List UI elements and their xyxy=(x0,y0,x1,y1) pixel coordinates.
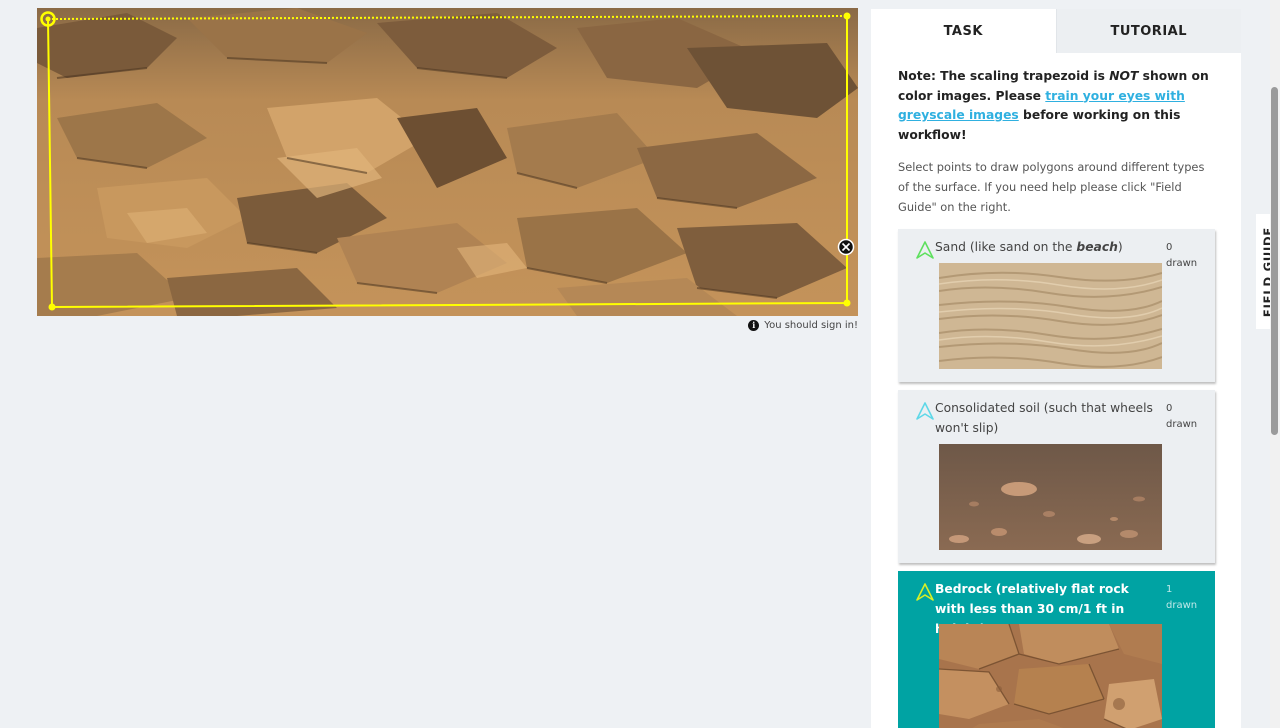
task-panel: TASK TUTORIAL Note: The scaling trapezoi… xyxy=(871,9,1241,728)
task-instructions: Select points to draw polygons around di… xyxy=(898,160,1205,214)
tool-drawn-count: 1 drawn xyxy=(1166,584,1198,612)
subject-viewer[interactable] xyxy=(37,8,858,316)
info-icon: i xyxy=(748,319,760,331)
page-scrollbar-thumb[interactable] xyxy=(1271,87,1278,435)
polygon-vertex[interactable] xyxy=(48,303,56,311)
polygon-tool-icon xyxy=(916,583,934,602)
tab-task[interactable]: TASK xyxy=(871,9,1056,53)
consolidated-soil-example-image xyxy=(939,444,1162,551)
polygon-tool-icon xyxy=(916,241,934,260)
tab-tutorial[interactable]: TUTORIAL xyxy=(1055,9,1241,53)
bedrock-example-image xyxy=(939,624,1162,728)
polygon-vertex[interactable] xyxy=(843,12,851,20)
sand-example-image xyxy=(939,263,1162,370)
tool-label: Consolidated soil (such that wheels won'… xyxy=(935,401,1153,435)
tool-bedrock[interactable]: Bedrock (relatively flat rock with less … xyxy=(898,571,1215,728)
tool-consolidated-soil[interactable]: Consolidated soil (such that wheels won'… xyxy=(898,390,1215,564)
polygon-vertex[interactable] xyxy=(843,299,851,307)
task-note: Note: The scaling trapezoid is NOT shown… xyxy=(898,69,1209,142)
task-content: Note: The scaling trapezoid is NOT shown… xyxy=(871,53,1241,728)
sign-in-text: You should sign in! xyxy=(764,319,858,331)
polygon-tool-icon xyxy=(916,402,934,421)
panel-tabs: TASK TUTORIAL xyxy=(871,9,1241,53)
delete-polygon-icon[interactable] xyxy=(837,238,855,256)
tool-drawn-count: 0 drawn xyxy=(1166,242,1198,270)
tool-sand[interactable]: Sand (like sand on the beach) 0 drawn xyxy=(898,229,1215,383)
tool-label: Sand (like sand on the beach) xyxy=(935,240,1123,255)
sign-in-notice: i You should sign in! xyxy=(742,318,858,332)
drawn-polygon-overlay[interactable] xyxy=(37,8,858,316)
tool-drawn-count: 0 drawn xyxy=(1166,403,1198,431)
